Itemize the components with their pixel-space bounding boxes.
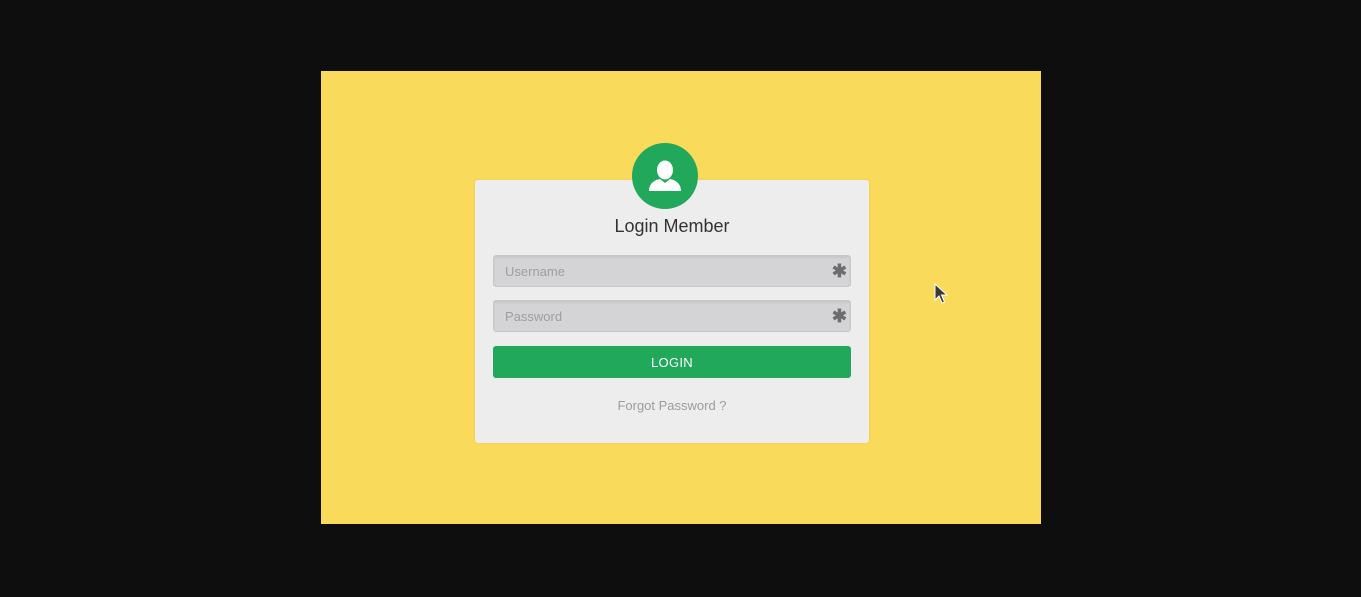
avatar (632, 143, 698, 209)
login-card: Login Member ✱ ✱ LOGIN Forgot Password ? (475, 180, 869, 443)
forgot-password-link[interactable]: Forgot Password ? (475, 398, 869, 413)
password-field[interactable]: ✱ (493, 300, 851, 332)
login-button[interactable]: LOGIN (493, 346, 851, 378)
username-input[interactable] (494, 256, 850, 286)
user-icon (649, 160, 681, 191)
password-input[interactable] (494, 301, 850, 331)
login-stage: Login Member ✱ ✱ LOGIN Forgot Password ? (321, 71, 1041, 524)
password-required-icon: ✱ (831, 306, 847, 326)
username-required-icon: ✱ (831, 261, 847, 281)
username-field[interactable]: ✱ (493, 255, 851, 287)
login-title: Login Member (614, 216, 730, 236)
mouse-pointer-icon (934, 283, 948, 304)
